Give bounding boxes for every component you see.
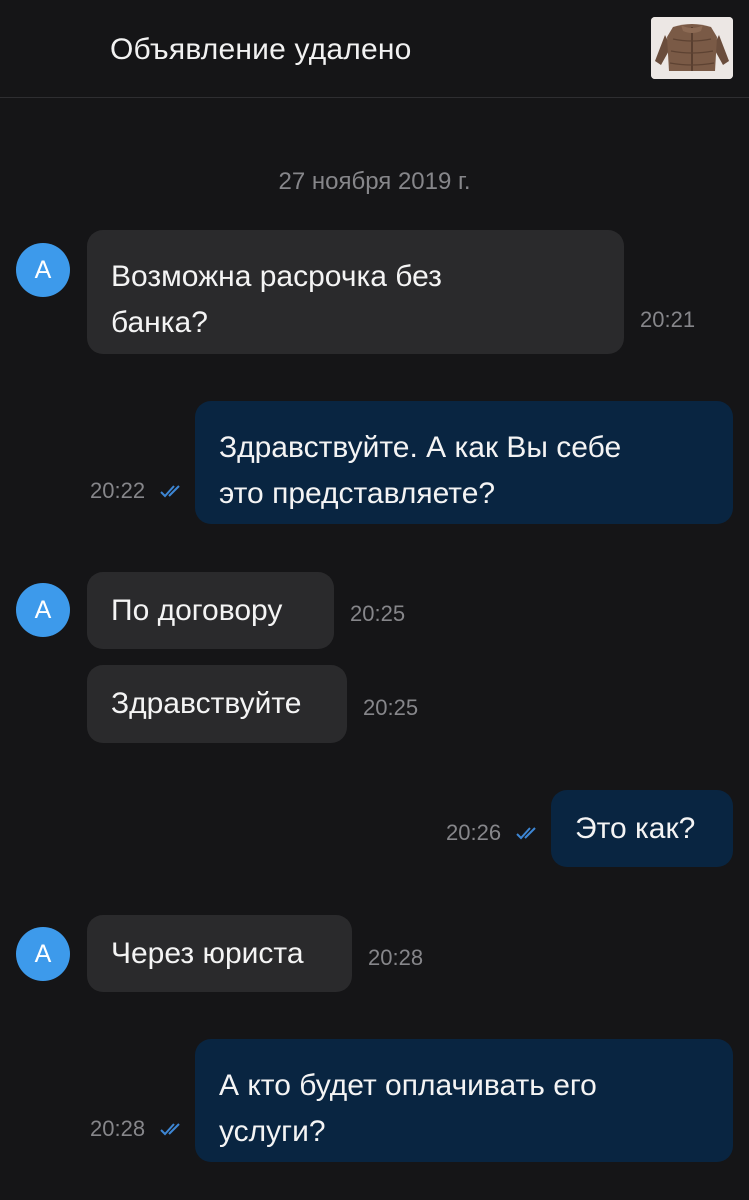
message-text-line: По договору xyxy=(111,594,283,627)
message-bubble-incoming[interactable]: Через юриста xyxy=(87,915,352,992)
message-time: 20:26 xyxy=(446,820,502,845)
read-checks-icon xyxy=(159,483,187,499)
contact-avatar[interactable]: А xyxy=(16,927,70,981)
chat-screen: Объявление удалено 27 ноября 2019 г. А В… xyxy=(0,0,749,1200)
message-text-line: это представляете? xyxy=(219,477,496,510)
read-checks-icon xyxy=(515,825,543,841)
header-title: Объявление удалено xyxy=(110,33,412,66)
message-text-line: Возможна расрочка без xyxy=(111,260,442,293)
message-time: 20:25 xyxy=(350,601,406,626)
message-time: 20:28 xyxy=(90,1116,146,1141)
fur-coat-image xyxy=(651,17,733,79)
contact-avatar[interactable]: А xyxy=(16,583,70,637)
message-bubble-outgoing[interactable]: А кто будет оплачивать его услуги? xyxy=(195,1039,733,1162)
date-separator: 27 ноября 2019 г. xyxy=(278,168,471,195)
message-text-line: Это как? xyxy=(575,812,696,845)
message-bubble-incoming[interactable]: Здравствуйте xyxy=(87,665,347,743)
message-time: 20:28 xyxy=(368,945,424,970)
message-bubble-outgoing[interactable]: Это как? xyxy=(551,790,733,867)
listing-thumbnail[interactable] xyxy=(651,17,733,79)
message-time: 20:21 xyxy=(640,307,696,332)
message-bubble-incoming[interactable]: Возможна расрочка без банка? xyxy=(87,230,624,354)
message-text-line: услуги? xyxy=(219,1115,326,1148)
chat-header: Объявление удалено xyxy=(0,0,749,98)
read-checks-icon xyxy=(159,1121,187,1137)
message-text-line: Через юриста xyxy=(111,937,304,970)
message-bubble-outgoing[interactable]: Здравствуйте. А как Вы себе это представ… xyxy=(195,401,733,524)
contact-avatar[interactable]: А xyxy=(16,243,70,297)
message-text-line: А кто будет оплачивать его xyxy=(219,1069,597,1102)
message-text-line: Здравствуйте xyxy=(111,687,302,720)
message-bubble-incoming[interactable]: По договору xyxy=(87,572,334,649)
message-time: 20:22 xyxy=(90,478,146,503)
message-text-line: банка? xyxy=(111,306,208,339)
message-text-line: Здравствуйте. А как Вы себе xyxy=(219,431,622,464)
message-time: 20:25 xyxy=(363,695,419,720)
